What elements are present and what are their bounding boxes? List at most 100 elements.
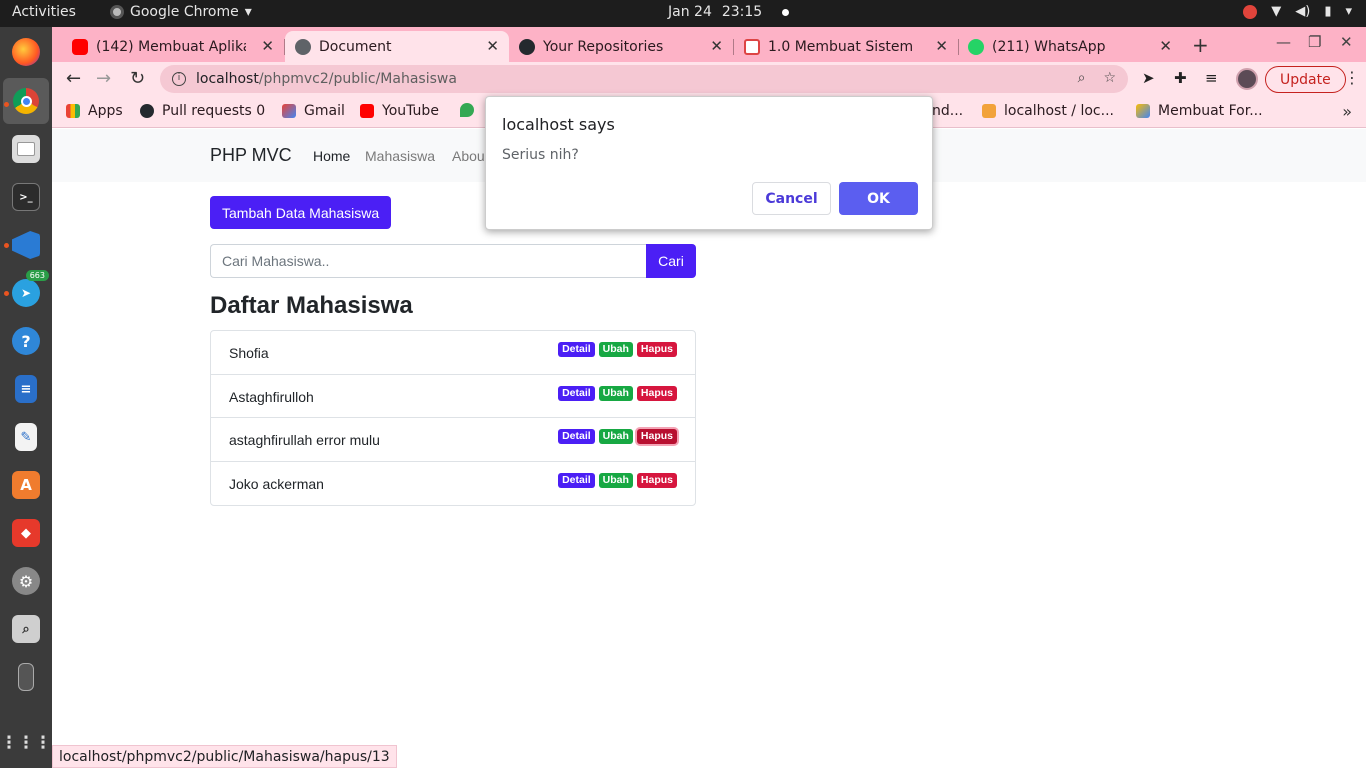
bookmark-maps[interactable] (460, 103, 474, 117)
close-icon[interactable]: ✕ (486, 37, 499, 55)
zoom-icon[interactable]: ⌕ (1078, 70, 1086, 86)
tab-github[interactable]: Your Repositories ✕ (509, 31, 734, 62)
youtube-icon (72, 38, 88, 55)
edit-button[interactable]: Ubah (598, 385, 633, 401)
tab-title: (211) WhatsApp (992, 38, 1106, 55)
tab-youtube[interactable]: (142) Membuat Aplikasi ✕ (62, 31, 285, 62)
minimize-icon[interactable]: — (1276, 33, 1291, 51)
url-host: localhost (196, 71, 259, 87)
link-status-bubble: localhost/phpmvc2/public/Mahasiswa/hapus… (52, 745, 397, 768)
bookmark-gmail[interactable]: Gmail (282, 103, 345, 119)
writer-icon[interactable]: ≡ (9, 372, 43, 406)
tab-sistem[interactable]: 1.0 Membuat Sistem de ✕ (734, 31, 959, 62)
device-icon[interactable] (9, 660, 43, 694)
chrome-icon (110, 5, 124, 19)
text-editor-icon[interactable]: ✎ (9, 420, 43, 454)
edit-button[interactable]: Ubah (598, 429, 633, 444)
whatsapp-icon (968, 38, 984, 55)
chevron-right-icon[interactable]: » (1342, 102, 1352, 121)
system-tray[interactable]: ▼ ◀) ▮ ▾ (1243, 4, 1352, 19)
files-icon[interactable] (9, 132, 43, 166)
detail-button[interactable]: Detail (558, 429, 595, 444)
window-close-icon[interactable]: ✕ (1340, 33, 1353, 51)
software-center-icon[interactable]: A (9, 468, 43, 502)
bookmark-youtube[interactable]: YouTube (360, 103, 439, 119)
bookmark-partial[interactable]: nd... (932, 103, 963, 119)
navbar-brand[interactable]: PHP MVC (210, 145, 292, 166)
document-icon (744, 38, 760, 55)
profile-avatar[interactable] (1236, 68, 1258, 90)
detail-button[interactable]: Detail (558, 472, 595, 488)
edit-button[interactable]: Ubah (598, 472, 633, 488)
settings-icon[interactable]: ⚙ (9, 564, 43, 598)
chrome-icon[interactable] (3, 78, 49, 124)
bookmark-phpmyadmin[interactable]: localhost / loc... (982, 103, 1114, 119)
search-input[interactable] (210, 244, 646, 278)
clock-date: Jan 24 (668, 4, 712, 20)
nav-home[interactable]: Home (313, 148, 350, 164)
close-icon[interactable]: ✕ (935, 37, 948, 55)
site-info-icon[interactable]: i (172, 72, 186, 86)
telegram-badge: 663 (25, 270, 49, 281)
maximize-icon[interactable]: ❐ (1308, 33, 1321, 51)
anydesk-icon[interactable]: ◆ (9, 516, 43, 550)
cancel-button[interactable]: Cancel (752, 182, 831, 215)
terminal-icon[interactable]: >_ (9, 180, 43, 214)
new-tab-button[interactable]: + (1192, 33, 1209, 57)
close-icon[interactable]: ✕ (710, 37, 723, 55)
telegram-icon[interactable]: ➤ 663 (9, 270, 49, 310)
delete-button[interactable]: Hapus (636, 472, 677, 488)
reload-icon[interactable]: ↻ (130, 68, 145, 89)
close-icon[interactable]: ✕ (1159, 37, 1172, 55)
bookmark-label: localhost / loc... (1004, 103, 1114, 119)
bookmark-label: Gmail (304, 103, 345, 119)
delete-button[interactable]: Hapus (636, 342, 677, 357)
vscode-icon[interactable] (9, 228, 43, 262)
more-menu-icon[interactable]: ⋮ (1344, 68, 1360, 87)
detail-button[interactable]: Detail (558, 385, 595, 401)
apps-grid-icon (66, 104, 80, 118)
tab-title: Document (319, 38, 392, 55)
search-button[interactable]: Cari (646, 244, 696, 278)
star-icon[interactable]: ☆ (1103, 70, 1116, 86)
address-bar[interactable]: i localhost/phpmvc2/public/Mahasiswa ⌕ ☆ (160, 65, 1128, 93)
ok-button[interactable]: OK (839, 182, 918, 215)
tab-whatsapp[interactable]: (211) WhatsApp ✕ (958, 31, 1182, 62)
tab-title: (142) Membuat Aplikasi (96, 38, 246, 55)
delete-button[interactable]: Hapus (636, 385, 677, 401)
help-icon[interactable]: ? (9, 324, 43, 358)
github-icon (519, 38, 535, 55)
app-grid-icon[interactable]: ⋮⋮⋮ (1, 726, 52, 760)
screenshot-icon[interactable]: ⌕ (9, 612, 43, 646)
nav-about[interactable]: Abou (452, 148, 485, 164)
recording-icon (1243, 4, 1258, 19)
bookmark-membuat-form[interactable]: Membuat For... (1136, 103, 1263, 119)
edit-button[interactable]: Ubah (598, 342, 633, 357)
app-menu[interactable]: Google Chrome ▾ (110, 4, 252, 20)
firefox-icon[interactable] (9, 35, 43, 69)
student-name: Astaghfirulloh (229, 388, 314, 405)
update-button[interactable]: Update (1265, 66, 1346, 93)
forward-icon[interactable]: → (96, 68, 111, 89)
bookmark-label: YouTube (382, 103, 439, 119)
list-item: Shofia Detail Ubah Hapus (211, 331, 695, 375)
nav-mahasiswa[interactable]: Mahasiswa (365, 148, 435, 164)
detail-button[interactable]: Detail (558, 342, 595, 357)
activities-button[interactable]: Activities (12, 4, 76, 20)
tab-title: 1.0 Membuat Sistem de (768, 38, 918, 55)
tab-strip: (142) Membuat Aplikasi ✕ Document ✕ Your… (52, 27, 1366, 62)
add-student-button[interactable]: Tambah Data Mahasiswa (210, 196, 392, 229)
back-icon[interactable]: ← (66, 68, 81, 89)
clock[interactable]: Jan 24 23:15 (668, 4, 790, 20)
caret-down-icon: ▾ (244, 4, 252, 20)
cursor-extension-icon[interactable]: ➤ (1142, 69, 1155, 87)
delete-button[interactable]: Hapus (636, 429, 677, 444)
bookmark-apps[interactable]: Apps (66, 103, 123, 119)
extensions-icon[interactable]: ✚ (1174, 69, 1187, 87)
media-queue-icon[interactable]: ≡ (1205, 69, 1218, 87)
list-item: astaghfirullah error mulu Detail Ubah Ha… (211, 418, 695, 462)
globe-icon (295, 38, 311, 55)
tab-document[interactable]: Document ✕ (285, 31, 509, 62)
close-icon[interactable]: ✕ (261, 37, 274, 55)
bookmark-pull-requests[interactable]: Pull requests 0 (140, 103, 265, 119)
